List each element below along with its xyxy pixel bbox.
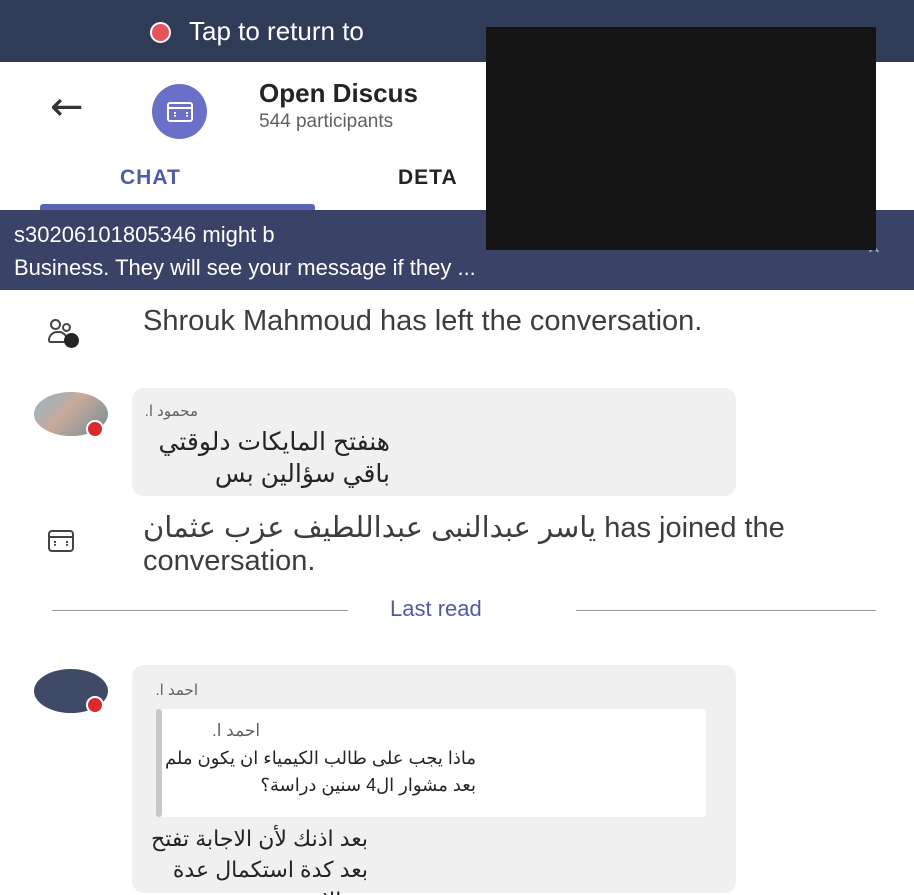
system-message-text: Shrouk Mahmoud has left the conversation…	[143, 305, 703, 337]
notice-line-2: Business. They will see your message if …	[14, 255, 476, 280]
message-text: هنفتح المايكات دلوقتي باقي سؤالين بس	[158, 428, 391, 488]
person-left-icon	[48, 319, 80, 351]
message-sender: محمود ا.	[144, 403, 198, 420]
tab-chat[interactable]: CHAT	[120, 166, 181, 190]
last-read-divider: Last read	[0, 596, 914, 626]
quoted-text: ماذا يجب على طالب الكيمياء ان يكون ملم ب…	[164, 748, 476, 795]
system-message-text: ياسر عبدالنبى عبداللطيف عزب عثمان has jo…	[143, 512, 785, 577]
quoted-sender: احمد ا.	[212, 721, 261, 740]
tab-details[interactable]: DETA	[398, 166, 458, 190]
quote-bar	[156, 709, 162, 817]
presence-busy-icon	[86, 696, 104, 714]
last-read-label: Last read	[390, 596, 482, 621]
redaction-block	[486, 27, 876, 250]
message-bubble[interactable]: محمود ا. هنفتح المايكات دلوقتي باقي سؤال…	[132, 388, 736, 496]
return-to-call-label: Tap to return to	[189, 16, 364, 46]
presence-busy-icon	[86, 420, 104, 438]
arrow-left-icon[interactable]: ←	[50, 84, 84, 130]
system-message-joined: ياسر عبدالنبى عبداللطيف عزب عثمان has jo…	[0, 512, 914, 584]
chat-avatar[interactable]	[152, 84, 207, 139]
system-message-left: Shrouk Mahmoud has left the conversation…	[0, 305, 914, 375]
quoted-message[interactable]: احمد ا. ماذا يجب على طالب الكيمياء ان يك…	[156, 709, 706, 817]
meeting-calendar-icon	[166, 101, 193, 122]
meeting-calendar-icon	[48, 530, 74, 552]
message-sender: احمد ا.	[155, 682, 199, 699]
chat-title[interactable]: Open Discus	[259, 78, 418, 109]
message-bubble[interactable]: احمد ا. احمد ا. ماذا يجب على طالب الكيمي…	[132, 665, 736, 895]
participant-count: 544 participants	[259, 111, 394, 132]
recording-dot-icon	[150, 22, 171, 43]
message-text: بعد اذنك لأن الاجابة تفتح بعد كدة استكما…	[151, 826, 368, 895]
